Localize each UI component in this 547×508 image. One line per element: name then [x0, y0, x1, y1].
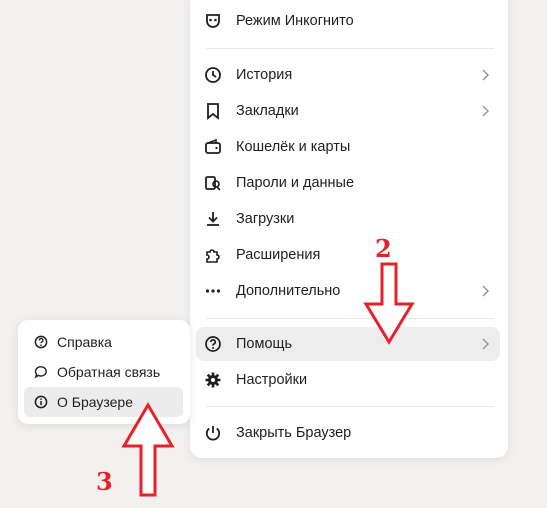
annotation-step-3: 3: [96, 467, 113, 496]
menu-item-passwords[interactable]: Пароли и данные: [196, 166, 500, 200]
menu-item-label: Помощь: [236, 336, 293, 352]
power-icon: [204, 424, 222, 442]
incognito-mask-icon: [204, 12, 222, 30]
chevron-right-icon: [478, 284, 492, 298]
menu-item-label: Закрыть Браузер: [236, 425, 352, 441]
annotation-arrow-down: [362, 262, 416, 346]
menu-item-label: Пароли и данные: [236, 175, 355, 191]
menu-item-label: Кошелёк и карты: [236, 139, 351, 155]
divider: [206, 318, 494, 319]
chevron-right-icon: [478, 68, 492, 82]
puzzle-icon: [204, 246, 222, 264]
main-menu: Режим Инкогнито История Закладки Кошелёк…: [190, 0, 508, 458]
gear-icon: [204, 371, 222, 389]
more-dots-icon: [204, 282, 222, 300]
menu-item-label: Дополнительно: [236, 283, 341, 299]
annotation-step-2: 2: [375, 234, 392, 263]
info-icon: [34, 395, 48, 409]
menu-item-label: Настройки: [236, 372, 308, 388]
menu-item-incognito[interactable]: Режим Инкогнито: [196, 4, 500, 38]
menu-item-downloads[interactable]: Загрузки: [196, 202, 500, 236]
bookmark-icon: [204, 102, 222, 120]
menu-item-wallet[interactable]: Кошелёк и карты: [196, 130, 500, 164]
submenu-item-label: Обратная связь: [57, 364, 161, 380]
question-icon: [34, 335, 48, 349]
menu-item-label: Закладки: [236, 103, 299, 119]
key-card-icon: [204, 174, 222, 192]
wallet-icon: [204, 138, 222, 156]
submenu-item-help-center[interactable]: Справка: [24, 327, 183, 357]
menu-item-label: История: [236, 67, 293, 83]
speech-bubble-icon: [34, 365, 48, 379]
menu-item-settings[interactable]: Настройки: [196, 363, 500, 397]
menu-item-label: Расширения: [236, 247, 321, 263]
menu-item-help[interactable]: Помощь: [196, 327, 500, 361]
clock-icon: [204, 66, 222, 84]
menu-item-close-browser[interactable]: Закрыть Браузер: [196, 416, 500, 450]
annotation-arrow-up: [120, 402, 176, 498]
menu-item-extensions[interactable]: Расширения: [196, 238, 500, 272]
menu-item-label: Режим Инкогнито: [236, 13, 354, 29]
menu-item-history[interactable]: История: [196, 58, 500, 92]
download-icon: [204, 210, 222, 228]
submenu-item-label: Справка: [57, 334, 112, 350]
submenu-item-feedback[interactable]: Обратная связь: [24, 357, 183, 387]
chevron-right-icon: [478, 337, 492, 351]
divider: [206, 406, 494, 407]
menu-item-label: Загрузки: [236, 211, 295, 227]
question-icon: [204, 335, 222, 353]
chevron-right-icon: [478, 104, 492, 118]
menu-item-bookmarks[interactable]: Закладки: [196, 94, 500, 128]
menu-item-more[interactable]: Дополнительно: [196, 274, 500, 308]
divider: [206, 48, 494, 49]
